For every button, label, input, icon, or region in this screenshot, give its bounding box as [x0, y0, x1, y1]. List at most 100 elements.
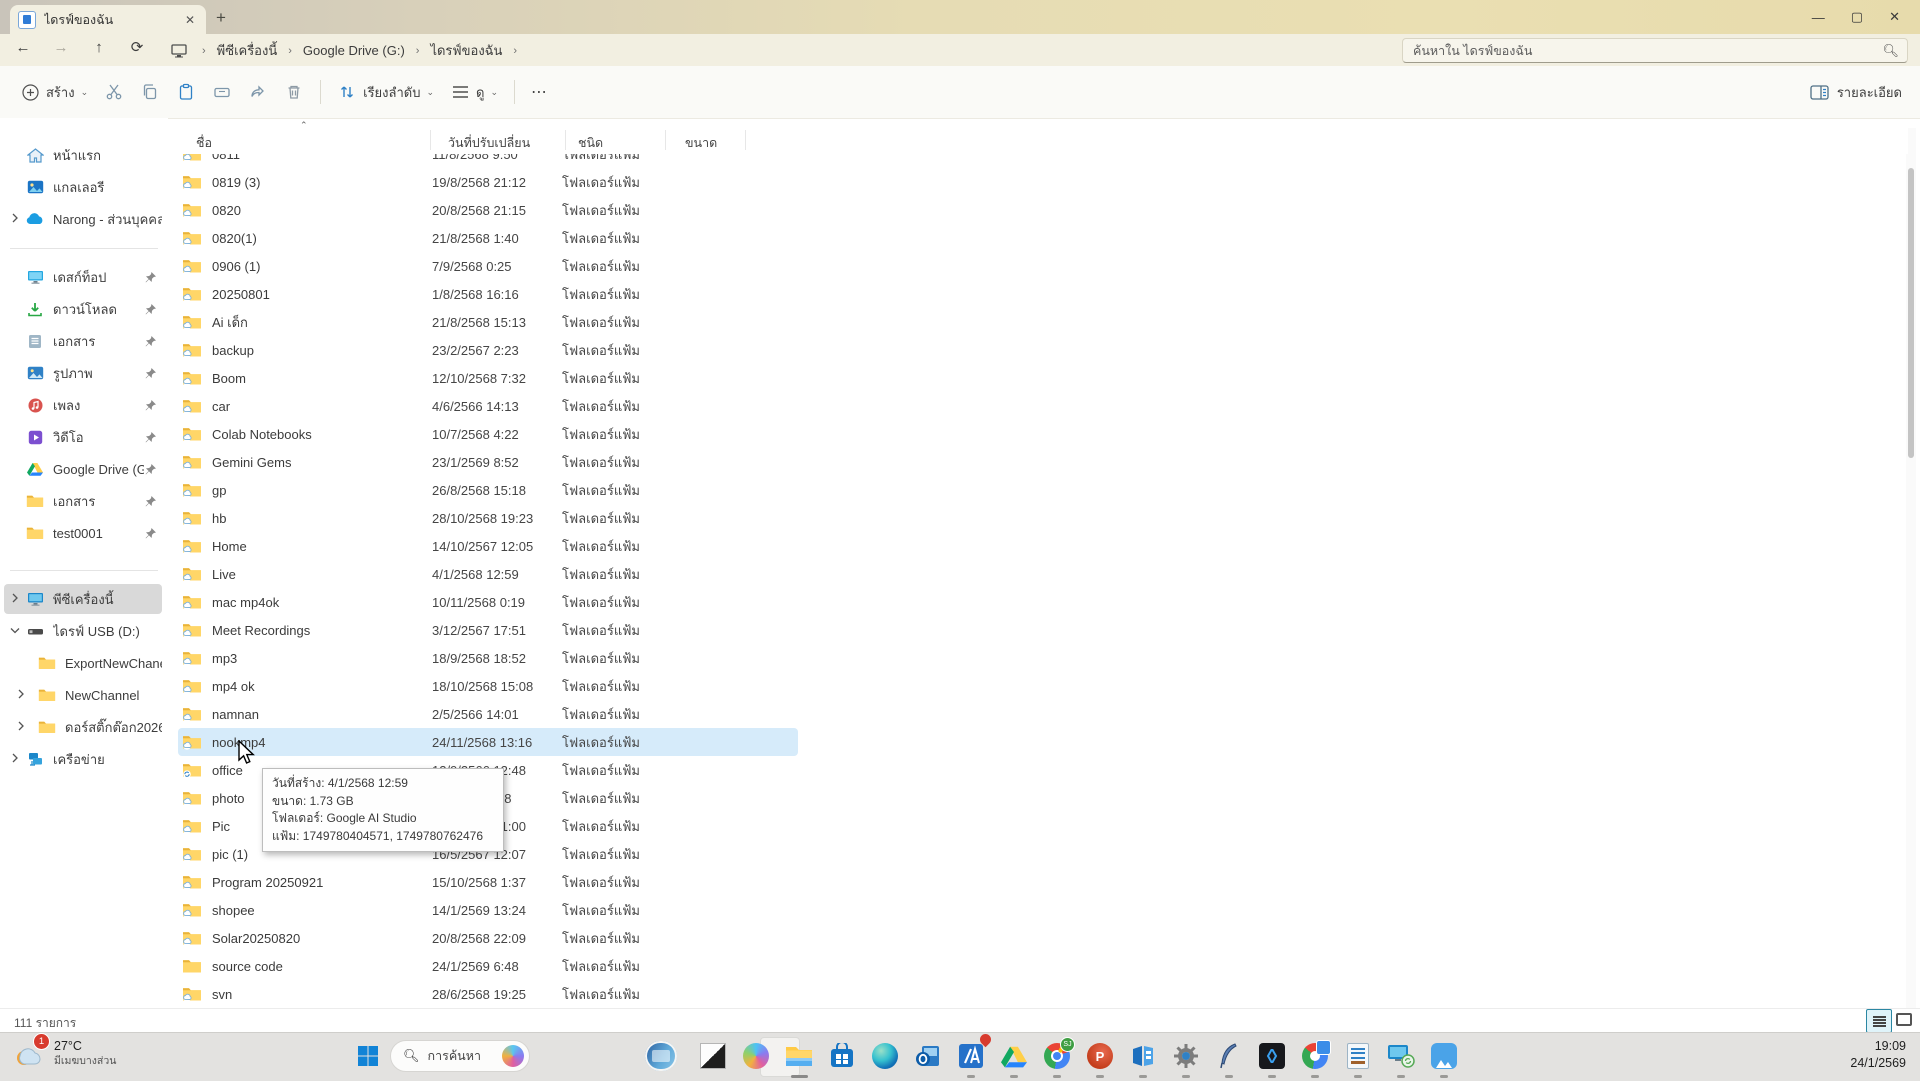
- microsoft-store-icon[interactable]: [826, 1040, 858, 1072]
- sidebar-item-narong-ส่วนบุคคล[interactable]: Narong - ส่วนบุคคล: [4, 204, 162, 234]
- file-row-mp4-ok[interactable]: mp4 ok18/10/2568 15:08โฟลเดอร์แฟ้ม: [178, 672, 798, 700]
- column-divider[interactable]: [665, 130, 666, 150]
- view-button[interactable]: ดู ⌄: [442, 76, 506, 109]
- chevron-right-icon[interactable]: [4, 721, 38, 734]
- file-row-shopee[interactable]: shopee14/1/2569 13:24โฟลเดอร์แฟ้ม: [178, 896, 798, 924]
- file-row-meet-recordings[interactable]: Meet Recordings3/12/2567 17:51โฟลเดอร์แฟ…: [178, 616, 798, 644]
- up-button[interactable]: ↑: [86, 39, 112, 56]
- start-button[interactable]: [356, 1044, 380, 1068]
- cut-button[interactable]: [96, 76, 132, 108]
- sidebar-item-หน้าแรก[interactable]: หน้าแรก: [4, 140, 162, 170]
- anydesk-icon[interactable]: [1256, 1040, 1288, 1072]
- column-header-name[interactable]: ชื่อ: [196, 133, 212, 153]
- sort-button[interactable]: เรียงลำดับ ⌄: [329, 76, 442, 109]
- details-pane-button[interactable]: รายละเอียด: [1810, 82, 1902, 103]
- column-divider[interactable]: [745, 130, 746, 150]
- file-row-backup[interactable]: backup23/2/2567 2:23โฟลเดอร์แฟ้ม: [178, 336, 798, 364]
- more-options-button[interactable]: ⋯: [523, 76, 555, 108]
- thumbnail-view-toggle[interactable]: [1896, 1013, 1912, 1026]
- file-row-colab-notebooks[interactable]: Colab Notebooks10/7/2568 4:22โฟลเดอร์แฟ้…: [178, 420, 798, 448]
- sidebar-item-พีซีเครื่องนี้[interactable]: พีซีเครื่องนี้: [4, 584, 162, 614]
- chevron-right-icon[interactable]: [4, 213, 26, 226]
- sidebar-item-google-drive-g-[interactable]: Google Drive (G:: [4, 454, 162, 484]
- sidebar-item-test0001[interactable]: test0001: [4, 518, 162, 548]
- maximize-button[interactable]: ▢: [1851, 9, 1863, 25]
- chevron-right-icon[interactable]: [4, 593, 26, 606]
- file-row-nookmp4[interactable]: nookmp424/11/2568 13:16โฟลเดอร์แฟ้ม: [178, 728, 798, 756]
- rename-button[interactable]: [204, 76, 240, 108]
- sidebar-item-รูปภาพ[interactable]: รูปภาพ: [4, 358, 162, 388]
- search-icon[interactable]: 🔍︎: [1882, 43, 1899, 59]
- remote-desktop-icon[interactable]: [1385, 1040, 1417, 1072]
- panes-app-icon[interactable]: [1127, 1040, 1159, 1072]
- taskbar-search[interactable]: 🔍︎ การค้นหา: [390, 1040, 530, 1072]
- sidebar-item-เดสก์ท็อป[interactable]: เดสก์ท็อป: [4, 262, 162, 292]
- copy-button[interactable]: [132, 76, 168, 108]
- column-divider[interactable]: [565, 130, 566, 150]
- google-drive-icon[interactable]: [998, 1040, 1030, 1072]
- column-header-date[interactable]: วันที่ปรับเปลี่ยน: [448, 133, 530, 153]
- paste-button[interactable]: [168, 76, 204, 108]
- share-button[interactable]: [240, 76, 276, 108]
- sidebar-item-exportnewchanel[interactable]: ExportNewChanel: [4, 648, 162, 678]
- file-row-0819-3-[interactable]: 0819 (3)19/8/2568 21:12โฟลเดอร์แฟ้ม: [178, 168, 798, 196]
- delete-button[interactable]: [276, 76, 312, 108]
- forward-button[interactable]: →: [48, 39, 74, 56]
- new-button[interactable]: สร้าง ⌄: [12, 76, 96, 109]
- sidebar-item-วิดีโอ[interactable]: วิดีโอ: [4, 422, 162, 452]
- file-row-solar20250820[interactable]: Solar2025082020/8/2568 22:09โฟลเดอร์แฟ้ม: [178, 924, 798, 952]
- copilot-icon[interactable]: [740, 1040, 772, 1072]
- photo-widget-icon[interactable]: [645, 1040, 677, 1072]
- column-header-size[interactable]: ขนาด: [685, 133, 717, 153]
- new-tab-button[interactable]: +: [216, 8, 226, 28]
- file-row-mac-mp4ok[interactable]: mac mp4ok10/11/2568 0:19โฟลเดอร์แฟ้ม: [178, 588, 798, 616]
- details-view-toggle[interactable]: [1866, 1009, 1892, 1033]
- outlook-icon[interactable]: [912, 1040, 944, 1072]
- powerpoint-icon[interactable]: P: [1084, 1040, 1116, 1072]
- sidebar-item-ไดรฟ์-usb-d-[interactable]: ไดรฟ์ USB (D:): [4, 616, 162, 646]
- file-row-gp[interactable]: gp26/8/2568 15:18โฟลเดอร์แฟ้ม: [178, 476, 798, 504]
- file-row-0906-1-[interactable]: 0906 (1)7/9/2568 0:25โฟลเดอร์แฟ้ม: [178, 252, 798, 280]
- file-row-20250801[interactable]: 202508011/8/2568 16:16โฟลเดอร์แฟ้ม: [178, 280, 798, 308]
- close-button[interactable]: ✕: [1889, 9, 1900, 25]
- refresh-button[interactable]: ⟳: [124, 38, 150, 56]
- breadcrumb-google-drive[interactable]: Google Drive (G:): [297, 41, 411, 60]
- file-row-boom[interactable]: Boom12/10/2568 7:32โฟลเดอร์แฟ้ม: [178, 364, 798, 392]
- file-row-program-20250921[interactable]: Program 2025092115/10/2568 1:37โฟลเดอร์แ…: [178, 868, 798, 896]
- file-row-ai-เด็ก[interactable]: Ai เด็ก21/8/2568 15:13โฟลเดอร์แฟ้ม: [178, 308, 798, 336]
- file-explorer-icon[interactable]: [783, 1040, 815, 1072]
- file-row-car[interactable]: car4/6/2566 14:13โฟลเดอร์แฟ้ม: [178, 392, 798, 420]
- settings-icon[interactable]: [1170, 1040, 1202, 1072]
- breadcrumb-my-drive[interactable]: ไดรฟ์ของฉัน: [424, 38, 508, 63]
- taskbar-weather-widget[interactable]: 1 27°C มีเมฆบางส่วน: [10, 1036, 116, 1072]
- sidebar-item-แกลเลอรี[interactable]: แกลเลอรี: [4, 172, 162, 202]
- quill-app-icon[interactable]: [1213, 1040, 1245, 1072]
- minimize-button[interactable]: —: [1812, 10, 1825, 25]
- chevron-right-icon[interactable]: [4, 753, 26, 766]
- sidebar-item-เพลง[interactable]: เพลง: [4, 390, 162, 420]
- chevron-down-icon[interactable]: [4, 626, 26, 637]
- file-row-0820[interactable]: 082020/8/2568 21:15โฟลเดอร์แฟ้ม: [178, 196, 798, 224]
- sidebar-item-ดอร์สติ๊กต๊อก2026[interactable]: ดอร์สติ๊กต๊อก2026: [4, 712, 162, 742]
- file-row-svn[interactable]: svn28/6/2568 19:25โฟลเดอร์แฟ้ม: [178, 980, 798, 1008]
- tab-close-icon[interactable]: ✕: [182, 13, 198, 27]
- search-input[interactable]: ค้นหาใน ไดรฟ์ของฉัน 🔍︎: [1402, 38, 1908, 63]
- file-row-namnan[interactable]: namnan2/5/2566 14:01โฟลเดอร์แฟ้ม: [178, 700, 798, 728]
- chrome-icon[interactable]: SJ: [1041, 1040, 1073, 1072]
- column-header-type[interactable]: ชนิด: [578, 133, 603, 153]
- file-row-mp3[interactable]: mp318/9/2568 18:52โฟลเดอร์แฟ้ม: [178, 644, 798, 672]
- file-row-hb[interactable]: hb28/10/2568 19:23โฟลเดอร์แฟ้ม: [178, 504, 798, 532]
- file-row-live[interactable]: Live4/1/2568 12:59โฟลเดอร์แฟ้ม: [178, 560, 798, 588]
- column-divider[interactable]: [430, 130, 431, 150]
- breadcrumb-this-pc[interactable]: พีซีเครื่องนี้: [211, 38, 284, 63]
- back-button[interactable]: ←: [10, 39, 36, 56]
- chrome-tool-icon[interactable]: [1299, 1040, 1331, 1072]
- sidebar-item-เอกสาร[interactable]: เอกสาร: [4, 326, 162, 356]
- chevron-right-icon[interactable]: [4, 689, 38, 702]
- sidebar-item-newchannel[interactable]: NewChannel: [4, 680, 162, 710]
- file-row-source-code[interactable]: source code24/1/2569 6:48โฟลเดอร์แฟ้ม: [178, 952, 798, 980]
- sidebar-item-เอกสาร[interactable]: เอกสาร: [4, 486, 162, 516]
- taskbar-clock[interactable]: 19:09 24/1/2569: [1850, 1038, 1906, 1072]
- sidebar-item-ดาวน์โหลด[interactable]: ดาวน์โหลด: [4, 294, 162, 324]
- file-row-0820-1-[interactable]: 0820(1)21/8/2568 1:40โฟลเดอร์แฟ้ม: [178, 224, 798, 252]
